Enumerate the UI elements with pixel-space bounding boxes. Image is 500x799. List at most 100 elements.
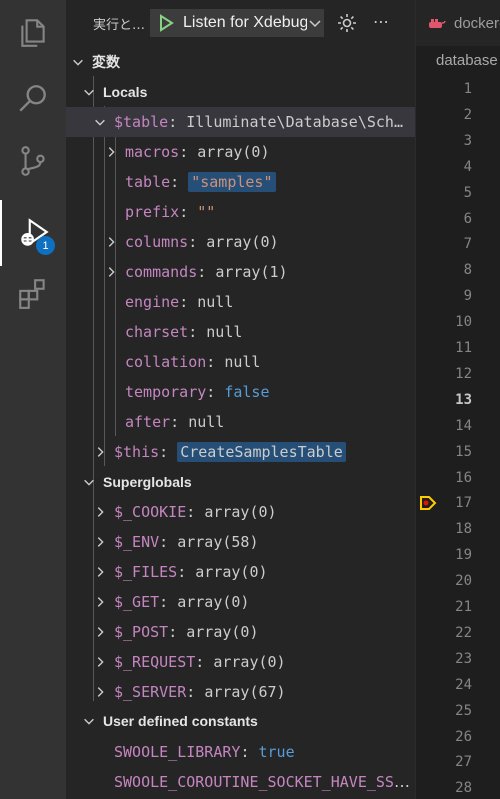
variable-name: collation <box>125 353 207 371</box>
line-number: 3 <box>463 132 472 149</box>
variable-row[interactable]: columns: array(0) <box>66 227 415 257</box>
gear-icon[interactable] <box>336 12 358 34</box>
line-number: 25 <box>455 702 472 719</box>
variable-row-table[interactable]: $table : Illuminate\Database\Schema\Blue… <box>66 107 415 137</box>
scope-user-constants[interactable]: User defined constants <box>66 706 415 736</box>
explorer-button[interactable] <box>0 0 66 66</box>
scope-locals[interactable]: Locals <box>66 77 415 107</box>
launch-config-dropdown[interactable]: Listen for Xdebug <box>150 9 324 37</box>
constant-row[interactable]: SWOOLE_LIBRARY: true <box>66 736 415 766</box>
variable-row-this[interactable]: $this : CreateSamplesTable <box>66 437 415 467</box>
variable-value: "samples" <box>188 172 276 192</box>
constant-row[interactable]: SWOOLE_COROUTINE_SOCKET_HAVE_SSL_HANDSHA… <box>66 766 415 796</box>
variable-colon: : <box>240 742 259 761</box>
source-control-icon <box>21 146 45 176</box>
line-number: 16 <box>455 469 472 486</box>
variable-row[interactable]: table: "samples" <box>66 167 415 197</box>
line-number: 8 <box>463 262 472 279</box>
line-number: 19 <box>455 547 472 564</box>
variable-value: null <box>188 413 225 431</box>
scope-title: User defined constants <box>103 713 258 729</box>
variable-value: array(0) <box>204 503 277 521</box>
line-number: 23 <box>455 650 472 667</box>
more-actions-icon[interactable]: ⋯ <box>370 12 392 34</box>
chevron-down-icon <box>309 20 321 28</box>
variable-colon: : <box>168 623 187 641</box>
chevron-down-icon <box>84 89 94 96</box>
constant-name: SWOOLE_COROUTINE_SOCKET_HAVE_SSL_HANDSHA… <box>114 772 410 791</box>
line-number: 27 <box>455 754 472 771</box>
variable-colon: : <box>186 503 205 521</box>
chevron-right-icon <box>97 687 104 697</box>
tab-bar: docker-compose.yml <box>416 0 500 46</box>
run-and-debug-title: 実行と… <box>93 18 146 33</box>
breadcrumb[interactable]: database <box>436 52 498 69</box>
line-number: 22 <box>455 624 472 641</box>
variable-row[interactable]: $_SERVER: array(67) <box>66 677 415 707</box>
scope-superglobals[interactable]: Superglobals <box>66 467 415 497</box>
variable-colon: : <box>159 533 178 551</box>
variable-row[interactable]: charset: null <box>66 317 415 347</box>
variable-name: table <box>125 173 171 191</box>
variable-colon: : <box>179 143 198 161</box>
chevron-down-icon <box>95 119 105 126</box>
constant-text: SWOOLE_COROUTINE_SOCKET_HAVE_SSL_HANDSHA… <box>114 772 410 791</box>
variable-name: prefix <box>125 203 180 221</box>
chevron-right-icon <box>97 537 104 547</box>
tab-label: docker-compose.yml <box>454 14 500 32</box>
chevron-right-icon <box>97 507 104 517</box>
variable-name: $_POST <box>114 623 169 641</box>
editor-tab[interactable]: docker-compose.yml <box>428 0 500 46</box>
variable-value: array(0) <box>206 233 279 251</box>
chevron-right-icon <box>97 597 104 607</box>
variable-row[interactable]: $_ENV: array(58) <box>66 527 415 557</box>
chevron-right-icon <box>97 447 104 457</box>
variable-colon: : <box>186 683 205 701</box>
variable-value: Illuminate\Database\Schema\Blueprint <box>186 113 406 131</box>
variable-row[interactable]: $_GET: array(0) <box>66 587 415 617</box>
chevron-right-icon <box>97 567 104 577</box>
variable-row[interactable]: collation: null <box>66 347 415 377</box>
variable-name: $_REQUEST <box>114 653 196 671</box>
line-number: 20 <box>455 573 472 590</box>
variable-row[interactable]: $_POST: array(0) <box>66 617 415 647</box>
editor-area: docker-compose.yml database 123456789101… <box>415 0 500 799</box>
search-button[interactable] <box>0 66 66 132</box>
variable-colon: : <box>177 563 196 581</box>
run-debug-button[interactable]: 1 <box>0 200 66 266</box>
debug-toolbar: 実行と… Listen for Xdebug ⋯ <box>66 0 415 46</box>
variable-colon: : <box>206 383 225 401</box>
variable-row[interactable]: $_FILES: array(0) <box>66 557 415 587</box>
variable-colon: : <box>179 203 198 221</box>
variable-row[interactable]: after: null <box>66 407 415 437</box>
variable-name: engine <box>125 293 180 311</box>
variable-row[interactable]: engine: null <box>66 287 415 317</box>
line-number: 7 <box>463 236 472 253</box>
docker-icon <box>429 19 446 28</box>
variable-colon: : <box>170 173 189 191</box>
line-number: 6 <box>463 210 472 227</box>
variables-section-header[interactable]: 変数 <box>66 47 415 77</box>
chevron-down-icon <box>84 479 94 486</box>
variable-value: null <box>206 323 243 341</box>
variable-row[interactable]: $_COOKIE: array(0) <box>66 497 415 527</box>
variable-name: commands <box>125 263 198 281</box>
breakpoint-current-icon[interactable] <box>419 494 437 512</box>
line-number: 10 <box>455 314 472 331</box>
extensions-button[interactable] <box>0 260 66 326</box>
variable-row[interactable]: temporary: false <box>66 377 415 407</box>
line-number: 26 <box>455 728 472 745</box>
variable-row[interactable]: prefix: "" <box>66 197 415 227</box>
variable-colon: : <box>195 653 214 671</box>
variable-name: $_FILES <box>114 563 178 581</box>
variable-row[interactable]: commands: array(1) <box>66 257 415 287</box>
variable-row[interactable]: $_REQUEST: array(0) <box>66 647 415 677</box>
start-debugging-icon[interactable] <box>155 12 177 34</box>
source-control-button[interactable] <box>0 128 66 194</box>
variable-row[interactable]: macros: array(0) <box>66 137 415 167</box>
chevron-right-icon <box>97 627 104 637</box>
extensions-icon <box>19 279 45 309</box>
variable-colon: : <box>179 293 198 311</box>
variable-colon: : <box>188 233 207 251</box>
variable-name: $this <box>114 443 160 461</box>
